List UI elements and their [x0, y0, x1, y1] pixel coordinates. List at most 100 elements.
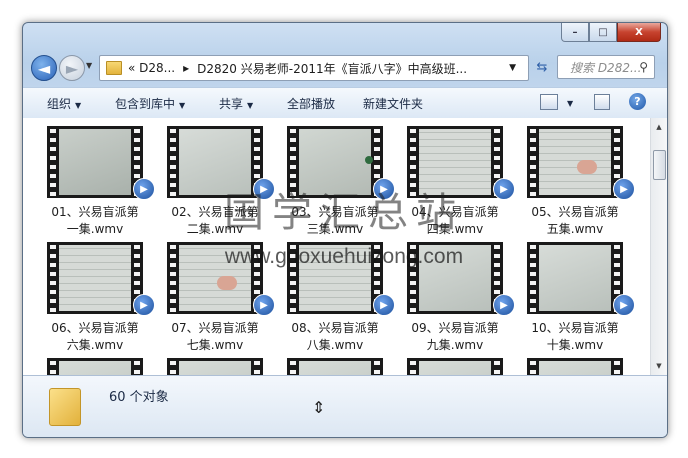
explorer-window: – □ X ◄ ► ▼ « D28... ▸ D2820 兴易老师-2011年《…	[22, 22, 668, 438]
folder-icon	[49, 388, 81, 426]
file-name-line2: 六集.wmv	[66, 338, 124, 352]
file-name: 03、兴易盲派第 三集.wmv	[273, 204, 397, 238]
include-library-button[interactable]: 包含到库中 ▼	[115, 95, 185, 112]
breadcrumb-separator-icon[interactable]: ▸	[183, 61, 189, 75]
film-perforation	[131, 358, 143, 375]
hand-shape	[577, 160, 597, 174]
object-count: 60 个对象	[109, 390, 169, 405]
view-dropdown-icon[interactable]: ▼	[563, 95, 573, 109]
scroll-up-icon[interactable]: ▲	[653, 120, 665, 134]
video-frame	[299, 129, 371, 195]
video-thumbnail: ▶	[287, 126, 395, 200]
video-frame	[179, 361, 251, 375]
new-folder-button[interactable]: 新建文件夹	[363, 95, 423, 112]
media-player-icon: ▶	[253, 294, 275, 316]
film-perforation	[527, 126, 539, 198]
film-perforation	[407, 358, 419, 375]
video-frame	[419, 129, 491, 195]
organize-button[interactable]: 组织 ▼	[47, 95, 81, 112]
media-player-icon: ▶	[493, 294, 515, 316]
film-perforation	[491, 358, 503, 375]
film-perforation	[47, 126, 59, 198]
close-button[interactable]: X	[617, 23, 661, 42]
video-frame	[179, 129, 251, 195]
film-perforation	[287, 126, 299, 198]
media-player-icon: ▶	[373, 178, 395, 200]
video-thumbnail: ▶	[527, 126, 635, 200]
breadcrumb-current[interactable]: D2820 兴易老师-2011年《盲派八字》中高级班...	[197, 60, 467, 77]
media-player-icon: ▶	[493, 178, 515, 200]
resize-cursor-icon: ⇕	[312, 398, 326, 417]
change-view-icon[interactable]	[540, 94, 558, 110]
hand-shape	[217, 276, 237, 290]
scroll-thumb[interactable]	[653, 150, 666, 180]
help-icon[interactable]: ?	[629, 93, 646, 110]
watermark-url: www.guoxuehuizong.com	[224, 245, 464, 268]
preview-pane-icon[interactable]	[594, 94, 610, 110]
video-thumbnail	[47, 358, 143, 375]
refresh-button[interactable]: ⇆	[531, 55, 553, 79]
scroll-down-icon[interactable]: ▼	[653, 359, 665, 373]
frame-mark	[365, 156, 373, 164]
file-name-line2: 四集.wmv	[426, 222, 484, 236]
file-name-line2: 二集.wmv	[186, 222, 244, 236]
file-name: 05、兴易盲派第 五集.wmv	[513, 204, 637, 238]
film-perforation	[167, 358, 179, 375]
file-name: 04、兴易盲派第 四集.wmv	[393, 204, 517, 238]
video-frame	[539, 129, 611, 195]
search-input[interactable]: 搜索 D282... ⚲	[557, 55, 655, 79]
file-name-line1: 06、兴易盲派第	[51, 321, 139, 335]
video-thumbnail	[527, 358, 623, 375]
file-name-line2: 三集.wmv	[306, 222, 364, 236]
recent-pages-dropdown[interactable]: ▼	[86, 61, 92, 70]
file-name-line1: 01、兴易盲派第	[51, 205, 139, 219]
address-bar[interactable]: « D28... ▸ D2820 兴易老师-2011年《盲派八字》中高级班...…	[99, 55, 529, 81]
share-label: 共享	[219, 97, 244, 111]
video-frame	[419, 361, 491, 375]
minimize-button[interactable]: –	[561, 23, 589, 42]
film-perforation	[47, 358, 59, 375]
file-name-line1: 05、兴易盲派第	[531, 205, 619, 219]
film-perforation	[167, 126, 179, 198]
back-button[interactable]: ◄	[31, 55, 57, 81]
film-perforation	[371, 358, 383, 375]
film-perforation	[527, 358, 539, 375]
address-dropdown-icon[interactable]: ▼	[509, 63, 516, 73]
film-perforation	[251, 358, 263, 375]
navigation-bar: ◄ ► ▼ « D28... ▸ D2820 兴易老师-2011年《盲派八字》中…	[29, 53, 661, 83]
file-name-line1: 08、兴易盲派第	[291, 321, 379, 335]
maximize-button[interactable]: □	[589, 23, 617, 42]
file-name-line2: 五集.wmv	[546, 222, 604, 236]
file-name: 07、兴易盲派第 七集.wmv	[153, 320, 277, 354]
file-name-line1: 03、兴易盲派第	[291, 205, 379, 219]
film-perforation	[611, 358, 623, 375]
file-name: 08、兴易盲派第 八集.wmv	[273, 320, 397, 354]
file-name-line1: 02、兴易盲派第	[171, 205, 259, 219]
file-name-line1: 04、兴易盲派第	[411, 205, 499, 219]
media-player-icon: ▶	[253, 178, 275, 200]
media-player-icon: ▶	[613, 294, 635, 316]
video-frame	[59, 129, 131, 195]
video-thumbnail: ▶	[167, 126, 275, 200]
file-name-line2: 九集.wmv	[426, 338, 484, 352]
film-perforation	[407, 126, 419, 198]
file-name-line2: 一集.wmv	[66, 222, 124, 236]
file-name: 09、兴易盲派第 九集.wmv	[393, 320, 517, 354]
chevron-down-icon: ▼	[247, 101, 254, 110]
caption-buttons: – □ X	[561, 23, 661, 42]
file-name-line2: 八集.wmv	[306, 338, 364, 352]
file-name-line2: 七集.wmv	[186, 338, 244, 352]
file-name-line2: 十集.wmv	[546, 338, 604, 352]
chevron-down-icon: ▼	[75, 101, 82, 110]
forward-button[interactable]: ►	[59, 55, 85, 81]
file-name: 10、兴易盲派第 十集.wmv	[513, 320, 637, 354]
media-player-icon: ▶	[373, 294, 395, 316]
breadcrumb-parent[interactable]: « D28...	[128, 61, 175, 75]
play-all-button[interactable]: 全部播放	[287, 95, 335, 112]
video-thumbnail	[287, 358, 383, 375]
file-name-line1: 07、兴易盲派第	[171, 321, 259, 335]
search-icon[interactable]: ⚲	[639, 60, 648, 74]
video-thumbnail: ▶	[407, 126, 515, 200]
share-button[interactable]: 共享 ▼	[219, 95, 253, 112]
video-thumbnail	[407, 358, 503, 375]
